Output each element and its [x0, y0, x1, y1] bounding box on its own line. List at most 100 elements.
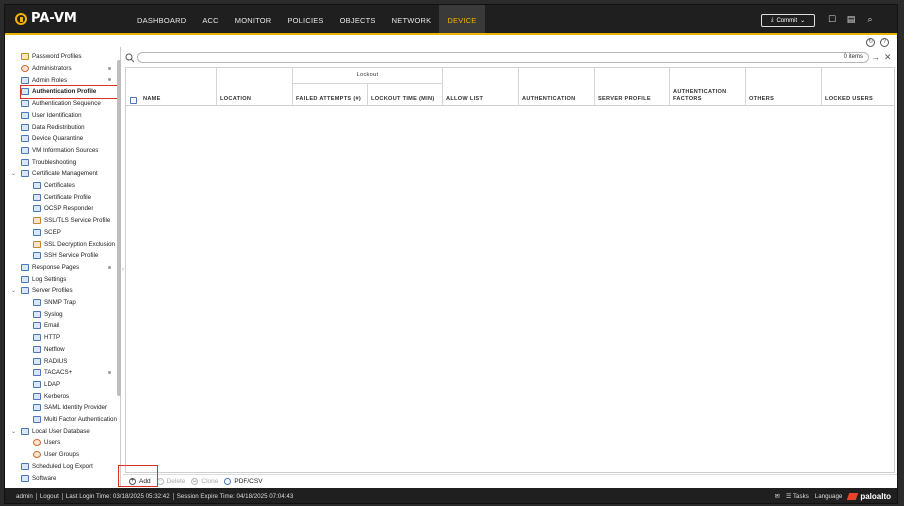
search-icon	[125, 53, 135, 63]
sidebar-item-label: RADIUS	[44, 357, 68, 365]
mail-icon[interactable]: ✉	[775, 493, 780, 500]
sidebar-item[interactable]: Administrators	[21, 63, 117, 75]
filter-input[interactable]: 0 items	[137, 52, 869, 63]
sidebar-item[interactable]: Software	[21, 472, 117, 484]
search-icon[interactable]: ⌕	[865, 14, 875, 24]
col-locked-users[interactable]: LOCKED USERS	[822, 68, 894, 106]
local-db-icon	[21, 427, 29, 435]
sidebar-item[interactable]: Response Pages	[21, 262, 117, 274]
sidebar-item[interactable]: SSL Decryption Exclusion	[33, 238, 117, 250]
lock-config-icon[interactable]: ☐	[827, 14, 837, 24]
sidebar-item-label: SSL Decryption Exclusion	[44, 240, 115, 248]
close-icon[interactable]: ✕	[884, 52, 892, 62]
sidebar-item[interactable]: OCSP Responder	[33, 203, 117, 215]
sidebar-item[interactable]: SAML Identity Provider	[33, 402, 117, 414]
chevron-down-icon[interactable]: ⌄	[11, 287, 17, 294]
sidebar-item[interactable]: VM Information Sources	[21, 145, 117, 157]
col-location[interactable]: LOCATION	[217, 68, 293, 106]
sidebar-item[interactable]: User Groups	[33, 449, 117, 461]
app-title: PA-VM	[31, 11, 77, 26]
col-auth-factors[interactable]: AUTHENTICATION FACTORS	[670, 68, 746, 106]
quarantine-icon	[21, 135, 29, 143]
sidebar-item[interactable]: HTTP	[33, 332, 117, 344]
tab-device[interactable]: DEVICE	[439, 5, 485, 35]
sidebar-item[interactable]: Data Redistribution	[21, 121, 117, 133]
collapse-handle-icon[interactable]: ‹	[122, 267, 124, 273]
sidebar-item[interactable]: Authentication Profile	[20, 85, 118, 99]
sidebar-item[interactable]: Certificate Profile	[33, 191, 117, 203]
filter-bar: 0 items → ✕	[125, 51, 895, 65]
pdf-csv-button[interactable]: PDF/CSV	[224, 478, 263, 485]
sidebar-item[interactable]: RADIUS	[33, 355, 117, 367]
commit-button[interactable]: ⤓ Commit ⌄	[761, 14, 815, 27]
cert-profile-icon	[33, 193, 41, 201]
sidebar-item-label: LDAP	[44, 380, 61, 388]
clone-button[interactable]: ⧉ Clone	[191, 478, 218, 485]
sidebar-item[interactable]: Admin Roles	[21, 74, 117, 86]
status-dot	[108, 66, 111, 70]
col-server-profile[interactable]: SERVER PROFILE	[595, 68, 670, 106]
tasks-icon: ☰	[785, 493, 793, 500]
sidebar-item[interactable]: SSL/TLS Service Profile	[33, 215, 117, 227]
sidebar-item-label: User Identification	[32, 111, 82, 119]
sidebar-item[interactable]: Authentication Sequence	[21, 98, 117, 110]
sidebar-item[interactable]: Certificates	[33, 180, 117, 192]
chevron-down-icon[interactable]: ⌄	[11, 428, 17, 435]
table-header: NAME LOCATION Lockout FAILED ATTEMPTS (#…	[126, 68, 894, 106]
tab-dashboard[interactable]: DASHBOARD	[129, 5, 194, 35]
sidebar-item[interactable]: Password Profiles	[21, 51, 117, 63]
sidebar-item[interactable]: Troubleshooting	[21, 156, 117, 168]
col-allow-list[interactable]: ALLOW LIST	[443, 68, 519, 106]
col-name[interactable]: NAME	[140, 68, 217, 106]
tab-objects[interactable]: OBJECTS	[332, 5, 384, 35]
sidebar-item-label: Administrators	[32, 65, 72, 73]
apply-filter-icon[interactable]: →	[871, 52, 880, 62]
tab-policies[interactable]: POLICIES	[279, 5, 331, 35]
col-failed-attempts[interactable]: FAILED ATTEMPTS (#)	[293, 84, 368, 106]
sidebar-item[interactable]: Netflow	[33, 344, 117, 356]
sidebar-item[interactable]: ⌄ Server Profiles	[11, 285, 117, 297]
col-lockout-time[interactable]: LOCKOUT TIME (MIN)	[368, 84, 443, 106]
sidebar-item[interactable]: User Identification	[21, 110, 117, 122]
sidebar-item[interactable]: ⌄ Certificate Management	[11, 168, 117, 180]
sidebar-item-label: Authentication Profile	[32, 88, 97, 96]
sidebar-item-label: Users	[44, 439, 61, 447]
chevron-down-icon[interactable]: ⌄	[11, 170, 17, 177]
sidebar-item-label: User Groups	[44, 451, 80, 459]
session-expire: Session Expire Time: 04/18/2025 07:04:43	[176, 493, 294, 500]
tab-acc[interactable]: ACC	[194, 5, 226, 35]
sidebar-item[interactable]: SNMP Trap	[33, 297, 117, 309]
delete-button[interactable]: − Delete	[156, 478, 185, 485]
sidebar-item[interactable]: TACACS+	[33, 367, 117, 379]
sidebar-item[interactable]: SCEP	[33, 227, 117, 239]
tasks-link[interactable]: ☰ Tasks	[786, 493, 809, 500]
item-count: 0 items	[843, 54, 863, 60]
sidebar-item[interactable]: Syslog	[33, 308, 117, 320]
sidebar-item[interactable]: Scheduled Log Export	[21, 461, 117, 473]
refresh-icon[interactable]: ↻	[866, 38, 875, 47]
col-others[interactable]: OTHERS	[746, 68, 822, 106]
sidebar-item[interactable]: Multi Factor Authentication	[33, 414, 117, 426]
language-link[interactable]: Language	[815, 493, 843, 500]
select-all-checkbox[interactable]	[130, 97, 137, 104]
sidebar-item[interactable]: ⌄ Local User Database	[11, 425, 117, 437]
logout-link[interactable]: Logout	[37, 493, 63, 500]
tab-monitor[interactable]: MONITOR	[227, 5, 280, 35]
tab-network[interactable]: NETWORK	[384, 5, 440, 35]
sidebar-item[interactable]: Users	[33, 437, 117, 449]
sidebar-scrollbar[interactable]	[117, 60, 121, 396]
sidebar-item[interactable]: Email	[33, 320, 117, 332]
sidebar-item[interactable]: Kerberos	[33, 390, 117, 402]
sidebar-item[interactable]: LDAP	[33, 379, 117, 391]
action-bar: + Add − Delete ⧉ Clone PDF/CSV	[123, 474, 897, 488]
help-icon[interactable]: ?	[880, 38, 889, 47]
sidebar-item-label: Authentication Sequence	[32, 100, 101, 108]
sidebar-item-label: Kerberos	[44, 392, 70, 400]
sidebar-item[interactable]: Log Settings	[21, 273, 117, 285]
sidebar-item-label: Log Settings	[32, 275, 67, 283]
col-authentication[interactable]: AUTHENTICATION	[519, 68, 595, 106]
config-menu-icon[interactable]: ▤	[846, 14, 856, 24]
paloalto-logo-icon	[847, 493, 859, 500]
sidebar-item[interactable]: Device Quarantine	[21, 133, 117, 145]
sidebar-item[interactable]: SSH Service Profile	[33, 250, 117, 262]
